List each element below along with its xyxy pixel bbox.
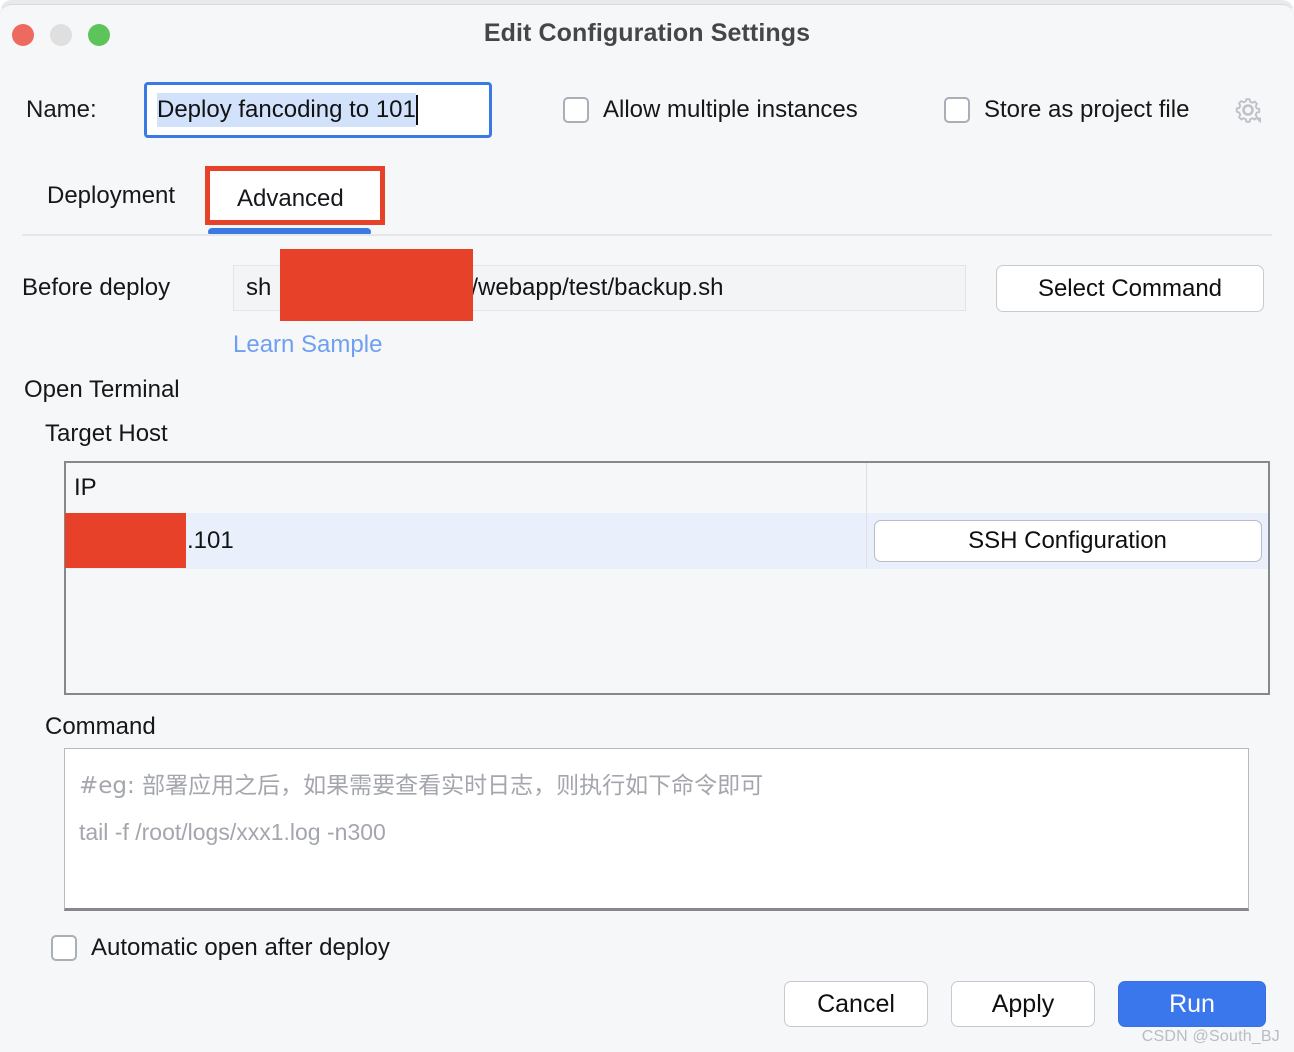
- run-button[interactable]: Run: [1118, 981, 1266, 1027]
- command-textarea[interactable]: #eg: 部署应用之后，如果需要查看实时日志，则执行如下命令即可 tail -f…: [64, 748, 1249, 911]
- redaction-block-ip: [65, 513, 186, 568]
- watermark: CSDN @South_BJ: [1141, 1028, 1280, 1045]
- title-bar: Edit Configuration Settings: [0, 4, 1294, 66]
- before-deploy-value-suffix: /webapp/test/backup.sh: [471, 274, 724, 301]
- cancel-button[interactable]: Cancel: [784, 981, 928, 1027]
- target-host-table: IP .101 SSH Configuration: [64, 461, 1270, 695]
- cell-action: SSH Configuration: [866, 513, 1268, 569]
- window-title: Edit Configuration Settings: [483, 19, 811, 47]
- name-input-value: Deploy fancoding to 101: [157, 93, 416, 127]
- checkbox-box: [944, 97, 970, 123]
- text-caret: [415, 95, 418, 125]
- before-deploy-label: Before deploy: [22, 274, 171, 301]
- apply-button[interactable]: Apply: [951, 981, 1095, 1027]
- command-placeholder-line-1: #eg: 部署应用之后，如果需要查看实时日志，则执行如下命令即可: [79, 773, 764, 799]
- checkbox-box: [51, 935, 77, 961]
- checkbox-box: [563, 97, 589, 123]
- store-as-project-file-label: Store as project file: [984, 96, 1190, 123]
- cell-ip-value: .101: [187, 527, 234, 554]
- column-header-action[interactable]: [866, 463, 1268, 513]
- redaction-block-path: [280, 249, 473, 321]
- ssh-configuration-button[interactable]: SSH Configuration: [873, 520, 1262, 562]
- tab-advanced[interactable]: Advanced: [237, 185, 344, 213]
- tab-divider: [22, 234, 1272, 236]
- column-header-ip[interactable]: IP: [66, 463, 866, 513]
- name-input[interactable]: Deploy fancoding to 101: [144, 82, 492, 138]
- gear-icon[interactable]: [1234, 96, 1262, 124]
- annotation-rectangle-advanced-tab: Advanced: [205, 166, 385, 225]
- table-row[interactable]: .101 SSH Configuration: [66, 513, 1268, 569]
- before-deploy-value-prefix: sh: [246, 274, 272, 301]
- automatic-open-after-deploy-checkbox[interactable]: Automatic open after deploy: [51, 934, 390, 962]
- tab-deployment[interactable]: Deployment: [47, 182, 175, 210]
- allow-multiple-instances-checkbox[interactable]: Allow multiple instances: [563, 96, 858, 124]
- table-header-row: IP: [66, 463, 1268, 513]
- command-placeholder-line-2: tail -f /root/logs/xxx1.log -n300: [79, 819, 386, 845]
- open-terminal-label: Open Terminal: [24, 376, 180, 403]
- store-as-project-file-checkbox[interactable]: Store as project file: [944, 96, 1189, 124]
- select-command-button[interactable]: Select Command: [996, 265, 1264, 312]
- automatic-open-after-deploy-label: Automatic open after deploy: [91, 934, 390, 961]
- cell-ip: .101: [66, 513, 866, 569]
- name-label: Name:: [26, 96, 97, 123]
- dialog-window: Edit Configuration Settings Name: Deploy…: [0, 0, 1294, 1052]
- command-label: Command: [45, 713, 156, 740]
- target-host-label: Target Host: [45, 420, 168, 447]
- learn-sample-link[interactable]: Learn Sample: [233, 331, 382, 359]
- allow-multiple-instances-label: Allow multiple instances: [603, 96, 858, 123]
